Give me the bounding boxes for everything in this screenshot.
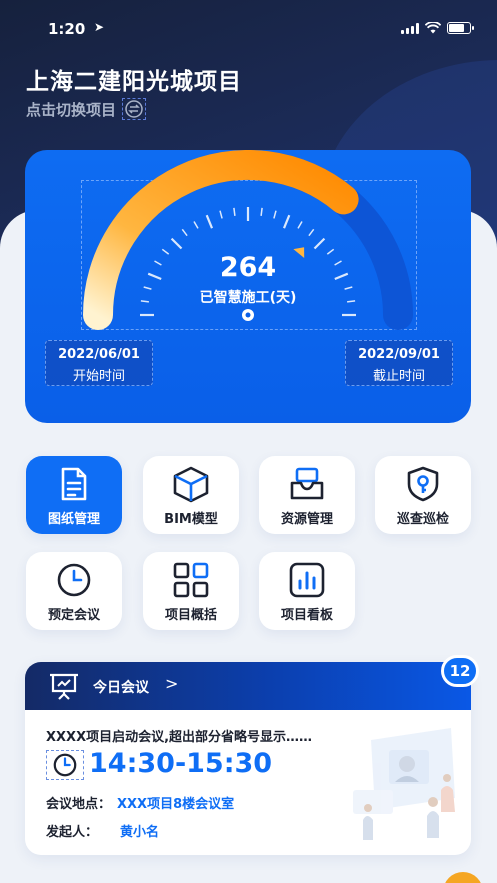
- location-arrow-icon: ➤: [94, 20, 105, 34]
- start-date: 2022/06/01: [58, 347, 140, 362]
- meeting-location-row: 会议地点： XXX项目8楼会议室: [46, 793, 234, 812]
- switch-project-label: 点击切换项目: [26, 100, 117, 119]
- construction-days-card: 264 已智慧施工(天) 2022/06/01 开始时间 2022/09/01 …: [25, 150, 471, 423]
- gauge-tick: [273, 210, 277, 219]
- meeting-count-badge: 12: [441, 655, 479, 687]
- book-meeting-button[interactable]: 预定会议: [26, 552, 122, 630]
- grid-label: 巡查巡检: [396, 512, 449, 527]
- gauge-tick: [313, 237, 326, 250]
- status-time: 1:20: [48, 20, 86, 38]
- document-icon: [54, 466, 94, 502]
- meeting-time-range: 14:30-15:30: [89, 748, 273, 779]
- project-overview-button[interactable]: 项目概括: [143, 552, 239, 630]
- meeting-clock-icon: [46, 750, 84, 780]
- gauge-tick: [205, 214, 214, 229]
- meeting-subject: XXXX项目启动会议,超出部分省略号显示……: [46, 730, 313, 745]
- meeting-location-label: 会议地点：: [46, 797, 112, 812]
- presentation-icon: [50, 673, 78, 700]
- drawing-management-button[interactable]: 图纸管理: [26, 456, 122, 534]
- switch-project-button[interactable]: 点击切换项目: [26, 98, 147, 120]
- meeting-location-value: XXX项目8楼会议室: [117, 797, 235, 812]
- gauge-tick: [297, 221, 303, 229]
- chevron-right-icon: >: [165, 674, 179, 693]
- project-dashboard-button[interactable]: 项目看板: [259, 552, 355, 630]
- gauge-tick: [308, 228, 315, 237]
- end-date: 2022/09/01: [358, 347, 440, 362]
- start-date-label: 开始时间: [72, 369, 125, 384]
- gauge-tick: [282, 214, 291, 229]
- wifi-icon: [425, 22, 441, 34]
- clock-icon: [54, 562, 94, 598]
- today-meeting-title: 今日会议: [93, 680, 149, 696]
- grid-label: 项目概括: [164, 608, 217, 623]
- cube-icon: [171, 466, 211, 503]
- gauge-value: 264: [219, 252, 277, 283]
- grid-label: BIM模型: [164, 512, 218, 527]
- inbox-icon: [287, 466, 327, 502]
- bim-model-button[interactable]: BIM模型: [143, 456, 239, 534]
- today-meeting-card[interactable]: 今日会议 > XXXX项目启动会议,超出部分省略号显示…… 14:30-15:3…: [25, 662, 471, 855]
- gauge-tick: [193, 221, 199, 229]
- resource-management-button[interactable]: 资源管理: [259, 456, 355, 534]
- gauge-tick: [233, 207, 236, 216]
- shield-key-icon: [403, 466, 443, 502]
- battery-icon: [447, 22, 474, 34]
- grid-label: 图纸管理: [47, 512, 100, 527]
- switch-icon: [122, 98, 147, 120]
- today-meeting-header[interactable]: 今日会议 >: [25, 662, 471, 710]
- status-bar: 1:20 ➤: [0, 0, 497, 58]
- grid-label: 预定会议: [47, 608, 100, 623]
- end-date-label: 截止时间: [372, 369, 425, 384]
- start-date-box: 2022/06/01 开始时间: [45, 340, 153, 386]
- meeting-initiator-value: 黄小名: [120, 825, 160, 840]
- grid-icon: [171, 562, 211, 598]
- bar-chart-icon: [287, 562, 327, 598]
- grid-label: 项目看板: [280, 608, 333, 623]
- grid-label: 资源管理: [280, 512, 333, 527]
- project-title: 上海二建阳光城项目: [26, 69, 242, 95]
- gauge-tick: [181, 228, 188, 237]
- meeting-initiator-label: 发起人：: [46, 825, 99, 840]
- gauge-tick: [260, 207, 263, 216]
- gauge-label: 已智慧施工(天): [199, 290, 297, 306]
- meeting-initiator-row: 发起人： 黄小名: [46, 821, 159, 840]
- meeting-illustration: [353, 728, 455, 840]
- progress-gauge: [83, 150, 413, 330]
- gauge-tick: [219, 210, 223, 219]
- cellular-signal-icon: [401, 22, 419, 34]
- status-icons: [401, 22, 474, 34]
- gauge-tick: [170, 237, 183, 250]
- end-date-box: 2022/09/01 截止时间: [345, 340, 453, 386]
- inspection-button[interactable]: 巡查巡检: [375, 456, 471, 534]
